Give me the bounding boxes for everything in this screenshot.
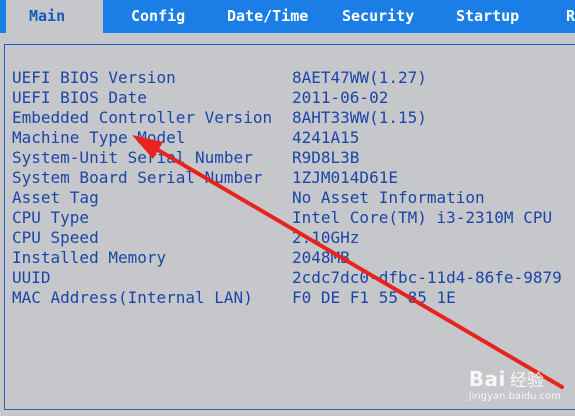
watermark-brand-cn: 经验 (509, 371, 544, 391)
info-label: UEFI BIOS Version (12, 68, 176, 87)
info-value: 2.10GHz (292, 228, 360, 247)
watermark-site: jingyan.baidu.com (468, 391, 561, 402)
info-label: UUID (12, 268, 51, 287)
tab-security[interactable]: Security (342, 0, 414, 33)
info-label: MAC Address(Internal LAN) (12, 288, 253, 307)
info-label: Machine Type Model (12, 128, 186, 147)
info-value: 2048MB (292, 248, 350, 267)
info-label: Asset Tag (12, 188, 99, 207)
tab-config[interactable]: Config (131, 0, 185, 33)
info-value: F0 DE F1 55 85 1E (292, 288, 456, 307)
info-value: 2011-06-02 (292, 88, 389, 107)
info-label: UEFI BIOS Date (12, 88, 147, 107)
info-label: System-Unit Serial Number (12, 148, 253, 167)
tab-config-label: Config (131, 7, 186, 25)
info-value: 1ZJM014D61E (292, 168, 398, 187)
tab-security-label: Security (342, 7, 415, 25)
tab-date-time-label: Date/Time (227, 7, 309, 25)
info-label: Installed Memory (12, 248, 167, 267)
tab-bar: Main Config Date/Time Security Startup R (0, 0, 575, 33)
tab-main[interactable]: Main (6, 0, 103, 33)
info-value: No Asset Information (292, 188, 485, 207)
watermark-brand: Bai (468, 367, 506, 391)
info-value: 8AET47WW(1.27) (292, 68, 427, 87)
info-label: Embedded Controller Version (12, 108, 273, 127)
info-value: 4241A15 (292, 128, 360, 147)
tab-main-label: Main (29, 7, 66, 25)
tab-startup-label: Startup (456, 7, 520, 25)
bios-screen: Main Config Date/Time Security Startup R… (0, 0, 575, 416)
info-label: CPU Type (12, 208, 90, 227)
main-info-panel: UEFI BIOS Version 8AET47WW(1.27) UEFI BI… (4, 44, 575, 410)
info-value: Intel Core(TM) i3-2310M CPU (292, 208, 553, 227)
tab-date-time[interactable]: Date/Time (227, 0, 308, 33)
info-label: CPU Speed (12, 228, 99, 247)
info-label: System Board Serial Number (12, 168, 263, 187)
info-value: 8AHT33WW(1.15) (292, 108, 427, 127)
tab-restart[interactable]: R (566, 0, 575, 33)
info-value: R9D8L3B (292, 148, 360, 167)
tab-startup[interactable]: Startup (456, 0, 519, 33)
baidu-jingyan-watermark: Bai 经验 jingyan.baidu.com (469, 366, 561, 402)
info-value: 2cdc7dc0-dfbc-11d4-86fe-9879 (292, 268, 562, 287)
tab-restart-label: R (566, 7, 575, 25)
